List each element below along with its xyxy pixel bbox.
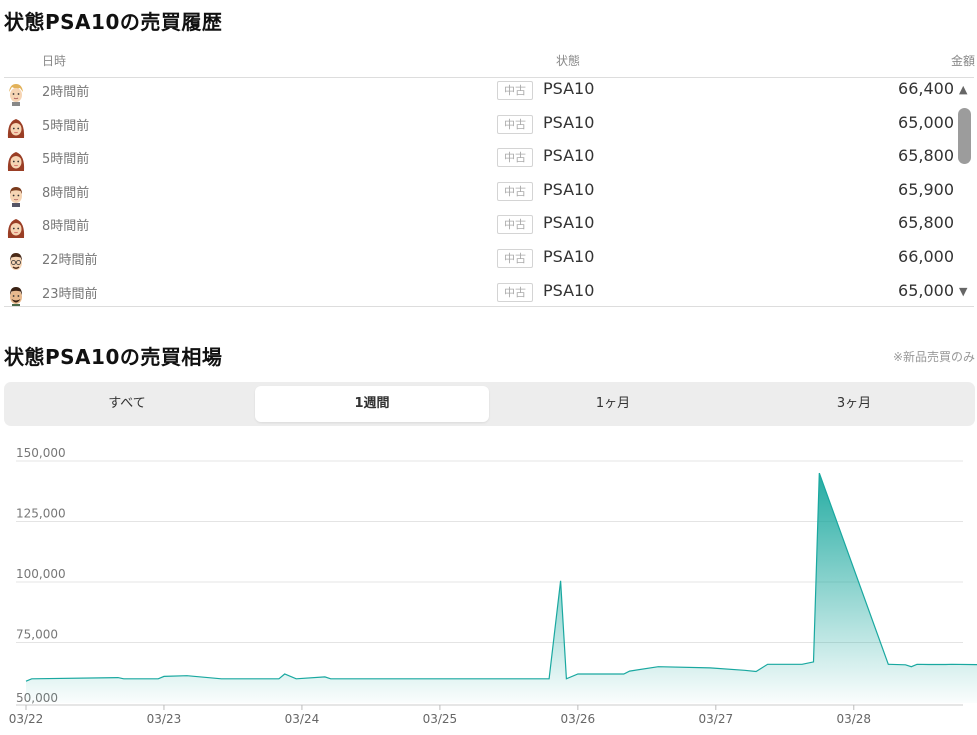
y-tick-label: 100,000 (16, 567, 66, 581)
avatar-icon (6, 250, 26, 274)
y-tick-label: 75,000 (16, 628, 58, 642)
x-tick-label: 03/23 (147, 712, 182, 726)
price-area (26, 473, 977, 703)
trade-condition: PSA10 (543, 247, 595, 266)
used-badge: 中古 (497, 81, 533, 100)
list-divider (4, 306, 974, 307)
column-header-date: 日時 (42, 54, 67, 68)
avatar-icon (6, 149, 26, 173)
trade-condition: PSA10 (543, 146, 595, 165)
x-tick-label: 03/26 (561, 712, 596, 726)
y-tick-label: 150,000 (16, 446, 66, 460)
trade-price: 65,800 (898, 146, 954, 165)
trade-condition: PSA10 (543, 180, 595, 199)
used-badge: 中古 (497, 249, 533, 268)
scrollbar-thumb[interactable] (958, 108, 971, 164)
x-tick-label: 03/28 (836, 712, 871, 726)
column-header-condition: 状態 (556, 54, 581, 68)
new-only-note: ※新品売買のみ (892, 350, 975, 364)
table-row[interactable]: 5時間前 中古 PSA10 65,000 (4, 112, 956, 145)
trade-time: 5時間前 (42, 152, 90, 167)
used-badge: 中古 (497, 115, 533, 134)
trade-time: 8時間前 (42, 186, 90, 201)
trade-time: 22時間前 (42, 253, 98, 268)
trade-price: 65,000 (898, 113, 954, 132)
table-row[interactable]: 22時間前 中古 PSA10 66,000 (4, 246, 956, 279)
avatar-icon (6, 284, 26, 306)
trade-price: 66,000 (898, 247, 954, 266)
tab-1-month[interactable]: 1ヶ月 (496, 386, 730, 422)
column-header-price: 金額 (950, 54, 975, 68)
page-title: 状態PSA10の売買履歴 (4, 10, 223, 34)
table-row[interactable]: 8時間前 中古 PSA10 65,900 (4, 179, 956, 212)
trade-price: 65,000 (898, 281, 954, 300)
x-tick-label: 03/27 (699, 712, 734, 726)
trade-price: 65,900 (898, 180, 954, 199)
y-tick-label: 125,000 (16, 507, 66, 521)
trade-time: 23時間前 (42, 287, 98, 302)
table-row[interactable]: 2時間前 中古 PSA10 66,400 (4, 78, 956, 111)
history-scrollbar[interactable]: ▲ ▼ (956, 80, 974, 304)
trade-price: 65,800 (898, 213, 954, 232)
trade-time: 5時間前 (42, 119, 90, 134)
trade-history-list[interactable]: 2時間前 中古 PSA10 66,400 5時間前 中古 PSA10 65,00… (4, 78, 956, 306)
section-title: 状態PSA10の売買相場 (4, 345, 223, 369)
tab-3-months[interactable]: 3ヶ月 (737, 386, 971, 422)
period-tabs: すべて 1週間 1ヶ月 3ヶ月 (4, 382, 975, 426)
trade-time: 2時間前 (42, 85, 90, 100)
sort-up-icon[interactable]: ▲ (959, 84, 967, 96)
avatar-icon (6, 116, 26, 140)
trade-price: 66,400 (898, 79, 954, 98)
trade-condition: PSA10 (543, 113, 595, 132)
x-tick-label: 03/22 (9, 712, 44, 726)
trade-condition: PSA10 (543, 79, 595, 98)
used-badge: 中古 (497, 283, 533, 302)
tab-all[interactable]: すべて (10, 386, 244, 422)
avatar-icon (6, 216, 26, 240)
used-badge: 中古 (497, 148, 533, 167)
x-tick-label: 03/24 (285, 712, 320, 726)
avatar-icon (6, 183, 26, 207)
table-row[interactable]: 23時間前 中古 PSA10 65,000 (4, 280, 956, 306)
table-row[interactable]: 5時間前 中古 PSA10 65,800 (4, 145, 956, 178)
trade-condition: PSA10 (543, 213, 595, 232)
x-tick-label: 03/25 (423, 712, 458, 726)
sort-down-icon[interactable]: ▼ (959, 286, 967, 298)
trade-time: 8時間前 (42, 219, 90, 234)
price-chart: 150,000125,000100,00075,00050,000 03/220… (9, 446, 977, 726)
used-badge: 中古 (497, 182, 533, 201)
trade-condition: PSA10 (543, 281, 595, 300)
used-badge: 中古 (497, 215, 533, 234)
table-row[interactable]: 8時間前 中古 PSA10 65,800 (4, 212, 956, 245)
avatar-icon (6, 82, 26, 106)
tab-1-week[interactable]: 1週間 (255, 386, 489, 422)
